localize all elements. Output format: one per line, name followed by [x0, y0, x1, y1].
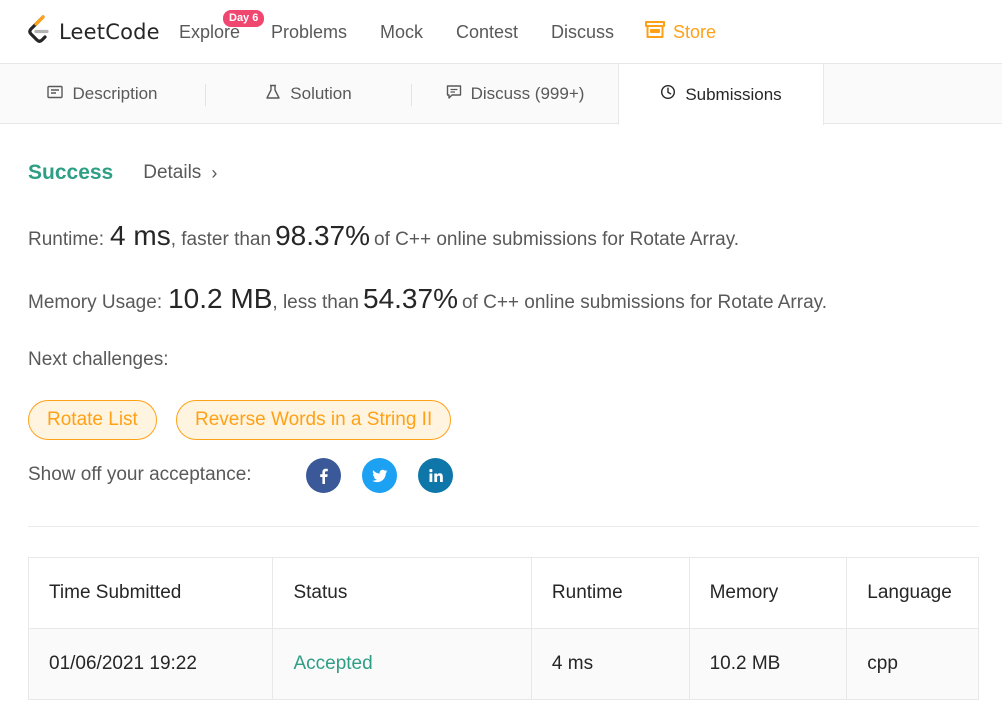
logo-text: LeetCode — [59, 20, 160, 44]
nav-problems[interactable]: Problems — [271, 20, 347, 44]
runtime-percent: 98.37% — [275, 220, 371, 251]
tab-label: Submissions — [685, 84, 782, 104]
memory-cell: 10.2 MB — [690, 629, 848, 699]
tab-submissions[interactable]: Submissions — [618, 64, 824, 125]
memory-stat: Memory Usage: 10.2 MB , less than 54.37%… — [28, 283, 827, 315]
memory-percent: 54.37% — [363, 283, 458, 314]
success-status: Success — [28, 161, 114, 184]
column-header: Status — [273, 558, 532, 628]
comment-icon — [446, 84, 471, 105]
result-status-line: Success Details › — [28, 158, 217, 188]
linkedin-icon[interactable] — [418, 458, 453, 493]
time-submitted-cell: 01/06/2021 19:22 — [29, 629, 274, 699]
column-header: Time Submitted — [29, 558, 274, 628]
nav-discuss[interactable]: Discuss — [551, 20, 614, 44]
memory-value: 10.2 MB — [168, 283, 273, 314]
runtime-stat: Runtime: 4 ms , faster than 98.37% of C+… — [28, 220, 739, 252]
details-label: Details — [143, 162, 202, 183]
day-badge: Day 6 — [223, 10, 265, 27]
runtime-comparison: , faster than — [170, 229, 272, 250]
runtime-suffix: of C++ online submissions for Rotate Arr… — [374, 229, 740, 250]
chevron-right-icon: › — [211, 162, 218, 183]
nav-contest[interactable]: Contest — [456, 20, 518, 44]
table-row[interactable]: 01/06/2021 19:22 Accepted 4 ms 10.2 MB c… — [29, 629, 978, 700]
share-label: Show off your acceptance: — [28, 464, 252, 485]
logo[interactable]: LeetCode — [27, 14, 160, 50]
challenge-chip-reverse-words[interactable]: Reverse Words in a String II — [176, 400, 452, 440]
column-header: Runtime — [532, 558, 690, 628]
tab-label: Description — [72, 84, 158, 103]
column-header: Language — [867, 582, 952, 603]
tab-solution[interactable]: Solution — [206, 64, 411, 124]
runtime-cell: 4 ms — [532, 629, 690, 699]
accepted-status-link[interactable]: Accepted — [293, 653, 372, 675]
store-label: Store — [673, 22, 717, 42]
tab-discuss[interactable]: Discuss (999+) — [412, 64, 618, 124]
nav-store[interactable]: Store — [645, 20, 716, 44]
details-link[interactable]: Details › — [143, 162, 217, 184]
language-cell: cpp — [867, 653, 898, 674]
tab-label: Solution — [290, 84, 352, 103]
table-header: Time Submitted Status Runtime Memory Lan… — [29, 558, 978, 629]
tab-label: Discuss (999+) — [470, 84, 585, 103]
next-challenges-label: Next challenges: — [28, 349, 169, 370]
status-cell: Accepted — [273, 629, 532, 699]
description-icon — [47, 84, 72, 105]
leetcode-logo-icon — [27, 14, 52, 50]
store-icon — [645, 20, 673, 44]
nav-mock[interactable]: Mock — [380, 20, 423, 44]
facebook-icon[interactable] — [306, 458, 341, 493]
runtime-label: Runtime: — [28, 229, 105, 250]
column-header: Memory — [690, 558, 848, 628]
runtime-value: 4 ms — [110, 220, 171, 251]
twitter-icon[interactable] — [362, 458, 397, 493]
section-divider — [28, 526, 979, 527]
memory-label: Memory Usage: — [28, 292, 163, 313]
flask-icon — [265, 84, 290, 105]
memory-comparison: , less than — [272, 292, 359, 313]
challenge-chip-rotate-list[interactable]: Rotate List — [28, 400, 157, 440]
top-nav: LeetCode Explore Day 6 Problems Mock Con… — [0, 0, 1002, 64]
submissions-table: Time Submitted Status Runtime Memory Lan… — [28, 557, 979, 700]
tab-description[interactable]: Description — [0, 64, 205, 124]
problem-tabs: Description Solution Discuss (999+) Subm… — [0, 64, 1002, 125]
memory-suffix: of C++ online submissions for Rotate Arr… — [461, 292, 828, 313]
clock-icon — [660, 84, 685, 105]
